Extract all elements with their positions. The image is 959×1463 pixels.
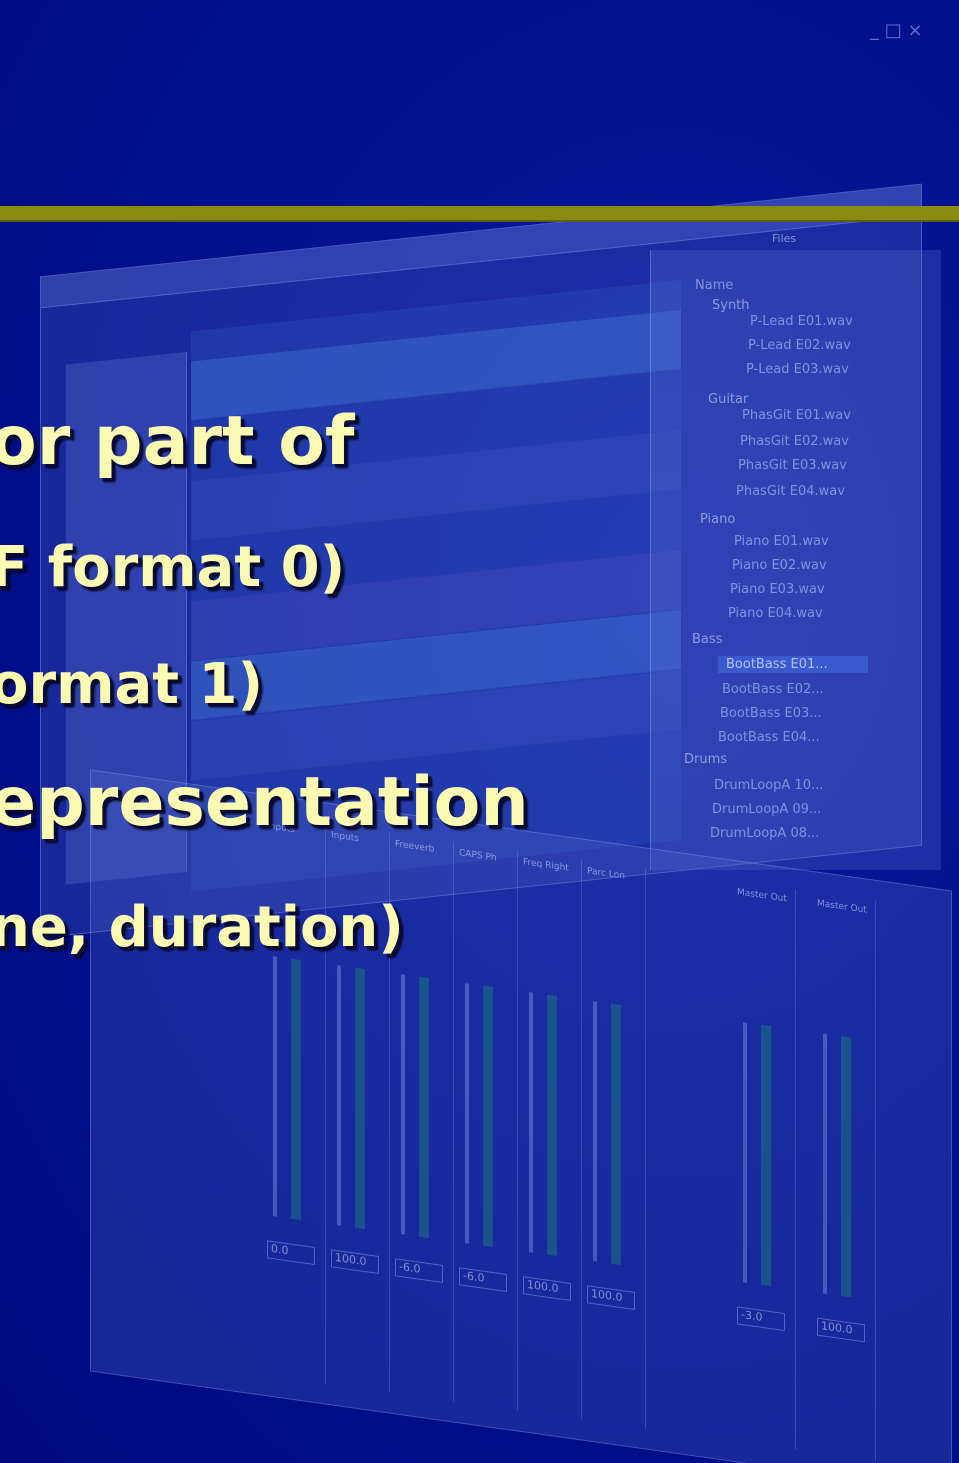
mixer-strip: Master Out -3.0 [731,880,796,1450]
bullet-line-2: F format 0) [0,535,346,600]
mixer-strip: CAPS Ph -6.0 [453,841,518,1411]
fader[interactable] [337,965,341,1226]
tree-file[interactable]: DrumLoopA 08... [710,826,819,841]
strip-name: CAPS Ph [459,848,497,864]
strip-name: Freeverb [395,839,435,855]
tree-folder-synth[interactable]: Synth [712,298,750,313]
fader[interactable] [823,1033,827,1295]
level-meter [483,985,493,1248]
bullet-line-1: or part of [0,402,355,481]
bullet-line-4: epresentation [0,763,529,842]
tree-folder-drums[interactable]: Drums [684,752,727,767]
level-meter [547,994,557,1257]
tree-file-selected[interactable]: BootBass E01... [718,656,868,673]
fader[interactable] [465,983,469,1244]
tree-file[interactable]: DrumLoopA 09... [712,802,821,817]
tree-file[interactable]: BootBass E03... [720,706,822,721]
tree-file[interactable]: Piano E02.wav [732,558,827,573]
fader[interactable] [743,1022,747,1283]
tree-file[interactable]: PhasGit E02.wav [740,434,849,449]
title-rule [0,206,959,220]
files-panel-title: Files [772,232,797,245]
tree-file[interactable]: P-Lead E03.wav [746,362,849,377]
tree-file[interactable]: Piano E03.wav [730,582,825,597]
level-meter [355,967,365,1230]
mixer-strip: Master Out 100.0 [811,891,876,1461]
tree-file[interactable]: PhasGit E03.wav [738,458,847,473]
strip-value[interactable]: 100.0 [587,1285,635,1311]
strip-value[interactable]: 100.0 [817,1317,865,1343]
fader[interactable] [401,974,405,1235]
tree-file[interactable]: Piano E01.wav [734,534,829,549]
tree-file[interactable]: DrumLoopA 10... [714,778,823,793]
strip-value[interactable]: 100.0 [523,1276,571,1302]
level-meter [841,1035,851,1298]
tree-file[interactable]: P-Lead E01.wav [750,314,853,329]
level-meter [291,958,301,1221]
strip-value[interactable]: -6.0 [395,1258,443,1284]
tree-file[interactable]: BootBass E04... [718,730,820,745]
level-meter [611,1003,621,1266]
mixer-strip: Parc Lon 100.0 [581,859,646,1429]
fader[interactable] [273,956,277,1217]
strip-value[interactable]: -6.0 [459,1267,507,1293]
fader[interactable] [529,992,533,1253]
tree-folder-guitar[interactable]: Guitar [708,392,748,407]
bullet-line-5: ne, duration) [0,895,404,960]
tree-file[interactable]: Piano E04.wav [728,606,823,621]
strip-name: Master Out [817,898,867,916]
mixer-strip: Freq Right 100.0 [517,850,582,1420]
strip-name: Master Out [737,887,787,905]
fader[interactable] [593,1001,597,1262]
tree-file[interactable]: P-Lead E02.wav [748,338,851,353]
strip-value[interactable]: -3.0 [737,1306,785,1332]
tree-file[interactable]: PhasGit E01.wav [742,408,851,423]
mixer-window: Inputs 0.0 Inputs 100.0 Freeverb -6.0 CA… [90,769,952,1463]
tree-folder-bass[interactable]: Bass [692,632,722,647]
strip-name: Parc Lon [587,866,625,882]
files-column-name[interactable]: Name [695,278,733,293]
tree-file[interactable]: BootBass E02... [722,682,824,697]
bullet-line-3: ormat 1) [0,652,264,717]
strip-value[interactable]: 0.0 [267,1240,315,1266]
slide: _ □ × Files Name Synth P-Lead E01.wav P-… [0,0,959,1463]
window-controls-icon[interactable]: _ □ × [870,20,923,41]
tree-file[interactable]: PhasGit E04.wav [736,484,845,499]
strip-value[interactable]: 100.0 [331,1249,379,1275]
level-meter [419,976,429,1239]
tree-folder-piano[interactable]: Piano [700,512,735,527]
level-meter [761,1024,771,1287]
strip-name: Freq Right [523,857,569,874]
